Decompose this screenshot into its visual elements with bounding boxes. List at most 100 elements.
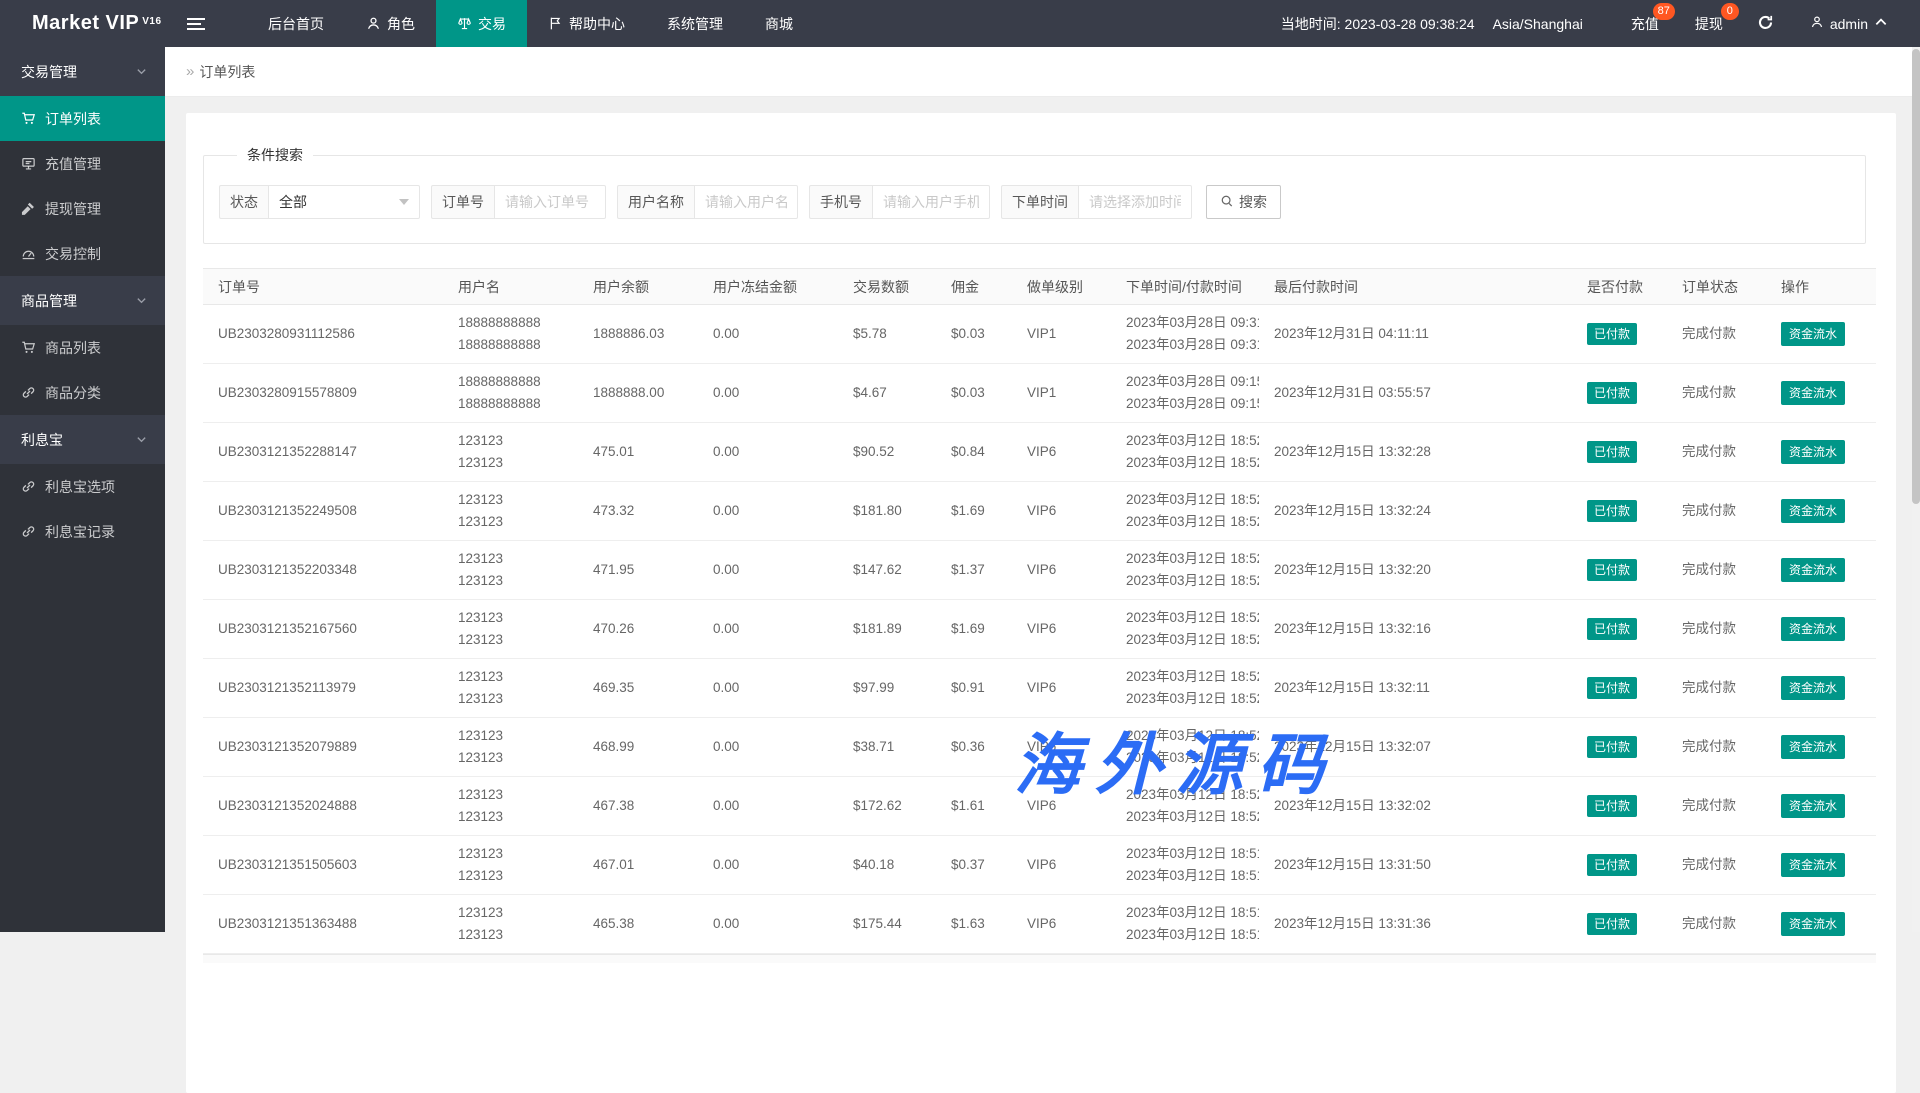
sidebar-item-label: 交易控制 <box>45 244 101 264</box>
paid-badge[interactable]: 已付款 <box>1587 382 1637 404</box>
fund-flow-button[interactable]: 资金流水 <box>1781 322 1845 346</box>
cell-status: 完成付款 <box>1667 305 1766 364</box>
table-row: UB2303121351505603123123123123467.010.00… <box>203 836 1876 895</box>
fund-flow-button[interactable]: 资金流水 <box>1781 617 1845 641</box>
timezone-label: Asia/Shanghai <box>1493 16 1583 32</box>
recharge-link[interactable]: 充值 87 <box>1613 0 1677 47</box>
column-header-9: 是否付款 <box>1572 269 1667 305</box>
fund-flow-button[interactable]: 资金流水 <box>1781 499 1845 523</box>
paid-badge[interactable]: 已付款 <box>1587 618 1637 640</box>
fund-flow-button[interactable]: 资金流水 <box>1781 912 1845 936</box>
column-header-10: 订单状态 <box>1667 269 1766 305</box>
search-legend: 条件搜索 <box>237 145 313 165</box>
cell-action: 资金流水 <box>1766 541 1876 600</box>
status-select-value: 全部 <box>279 192 307 212</box>
refresh-button[interactable] <box>1741 0 1790 47</box>
top-nav-item-2[interactable]: 交易 <box>436 0 527 47</box>
cell-balance: 473.32 <box>578 482 698 541</box>
paid-badge[interactable]: 已付款 <box>1587 500 1637 522</box>
cell-order-pay-time: 2023年03月12日 18:51:502023年03月12日 18:51:58 <box>1111 836 1259 895</box>
cell-amount: $40.18 <box>838 836 936 895</box>
cell-order-pay-time: 2023年03月12日 18:52:242023年03月12日 18:52:26 <box>1111 482 1259 541</box>
sidebar-item-10[interactable]: 利息宝记录 <box>0 509 165 554</box>
page-scrollbar-track[interactable] <box>1912 47 1920 932</box>
top-nav-item-0[interactable]: 后台首页 <box>247 0 345 47</box>
cell-username: 123123123123 <box>443 423 578 482</box>
cell-commission: $0.37 <box>936 836 1012 895</box>
username-label: 用户名称 <box>617 185 694 219</box>
sidebar-item-1[interactable]: 订单列表 <box>0 96 165 141</box>
cell-order-no: UB2303121352079889 <box>203 718 443 777</box>
fund-flow-button[interactable]: 资金流水 <box>1781 381 1845 405</box>
paid-badge[interactable]: 已付款 <box>1587 559 1637 581</box>
cell-amount: $181.89 <box>838 600 936 659</box>
cell-action: 资金流水 <box>1766 718 1876 777</box>
paid-badge[interactable]: 已付款 <box>1587 677 1637 699</box>
fund-flow-button[interactable]: 资金流水 <box>1781 558 1845 582</box>
top-nav-item-label: 后台首页 <box>268 14 324 34</box>
cell-commission: $1.69 <box>936 482 1012 541</box>
sidebar-item-6[interactable]: 商品列表 <box>0 325 165 370</box>
order-time-label: 下单时间 <box>1001 185 1078 219</box>
status-select[interactable]: 全部 <box>268 185 420 219</box>
cell-last-pay-time: 2023年12月15日 13:32:24 <box>1259 482 1572 541</box>
cell-balance: 471.95 <box>578 541 698 600</box>
cell-balance: 467.01 <box>578 836 698 895</box>
paid-badge[interactable]: 已付款 <box>1587 795 1637 817</box>
sidebar-group-5[interactable]: 商品管理 <box>0 276 165 325</box>
paid-badge[interactable]: 已付款 <box>1587 441 1637 463</box>
breadcrumb-chevron-icon: » <box>186 63 191 80</box>
cell-commission: $1.37 <box>936 541 1012 600</box>
scales-icon <box>457 16 472 31</box>
fund-flow-button[interactable]: 资金流水 <box>1781 853 1845 877</box>
order-table: 订单号用户名用户余额用户冻结金额交易数额佣金做单级别下单时间/付款时间最后付款时… <box>203 268 1876 954</box>
sidebar-group-label: 交易管理 <box>21 62 77 82</box>
withdraw-link[interactable]: 提现 0 <box>1677 0 1741 47</box>
sidebar-item-label: 利息宝记录 <box>45 522 115 542</box>
fund-flow-button[interactable]: 资金流水 <box>1781 676 1845 700</box>
sidebar-item-3[interactable]: 提现管理 <box>0 186 165 231</box>
username-input[interactable] <box>694 185 798 219</box>
sidebar-item-9[interactable]: 利息宝选项 <box>0 464 165 509</box>
paid-badge[interactable]: 已付款 <box>1587 736 1637 758</box>
top-nav-item-4[interactable]: 系统管理 <box>646 0 744 47</box>
sidebar-item-2[interactable]: 充值管理 <box>0 141 165 186</box>
cart-icon <box>21 111 36 126</box>
order-time-input[interactable] <box>1078 185 1192 219</box>
phone-input[interactable] <box>872 185 990 219</box>
cell-order-pay-time: 2023年03月12日 18:52:072023年03月12日 18:52:08 <box>1111 718 1259 777</box>
table-row: UB2303121351363488123123123123465.380.00… <box>203 895 1876 954</box>
top-nav-item-1[interactable]: 角色 <box>345 0 436 47</box>
search-button[interactable]: 搜索 <box>1206 185 1281 219</box>
sidebar-group-0[interactable]: 交易管理 <box>0 47 165 96</box>
cell-username: 123123123123 <box>443 895 578 954</box>
fund-flow-button[interactable]: 资金流水 <box>1781 735 1845 759</box>
sidebar-group-8[interactable]: 利息宝 <box>0 415 165 464</box>
paid-badge[interactable]: 已付款 <box>1587 854 1637 876</box>
cell-amount: $97.99 <box>838 659 936 718</box>
admin-menu[interactable]: admin <box>1790 15 1894 32</box>
sidebar-item-4[interactable]: 交易控制 <box>0 231 165 276</box>
cell-balance: 1888888.00 <box>578 364 698 423</box>
fund-flow-button[interactable]: 资金流水 <box>1781 440 1845 464</box>
cell-level: VIP6 <box>1012 423 1111 482</box>
brand-version: V16 <box>142 16 161 27</box>
fund-flow-button[interactable]: 资金流水 <box>1781 794 1845 818</box>
paid-badge[interactable]: 已付款 <box>1587 323 1637 345</box>
sidebar-item-7[interactable]: 商品分类 <box>0 370 165 415</box>
page-scrollbar-thumb[interactable] <box>1912 49 1920 504</box>
cell-action: 资金流水 <box>1766 836 1876 895</box>
top-nav-item-3[interactable]: 帮助中心 <box>527 0 646 47</box>
order-no-label: 订单号 <box>431 185 494 219</box>
cell-level: VIP6 <box>1012 895 1111 954</box>
sidebar-group-label: 商品管理 <box>21 291 77 311</box>
cell-order-no: UB2303121352024888 <box>203 777 443 836</box>
cell-frozen: 0.00 <box>698 600 838 659</box>
sidebar-collapse-button[interactable] <box>165 0 227 47</box>
top-nav-item-label: 帮助中心 <box>569 14 625 34</box>
cell-amount: $38.71 <box>838 718 936 777</box>
sidebar-item-label: 利息宝选项 <box>45 477 115 497</box>
order-no-input[interactable] <box>494 185 606 219</box>
top-nav-item-5[interactable]: 商城 <box>744 0 814 47</box>
status-label: 状态 <box>219 185 268 219</box>
